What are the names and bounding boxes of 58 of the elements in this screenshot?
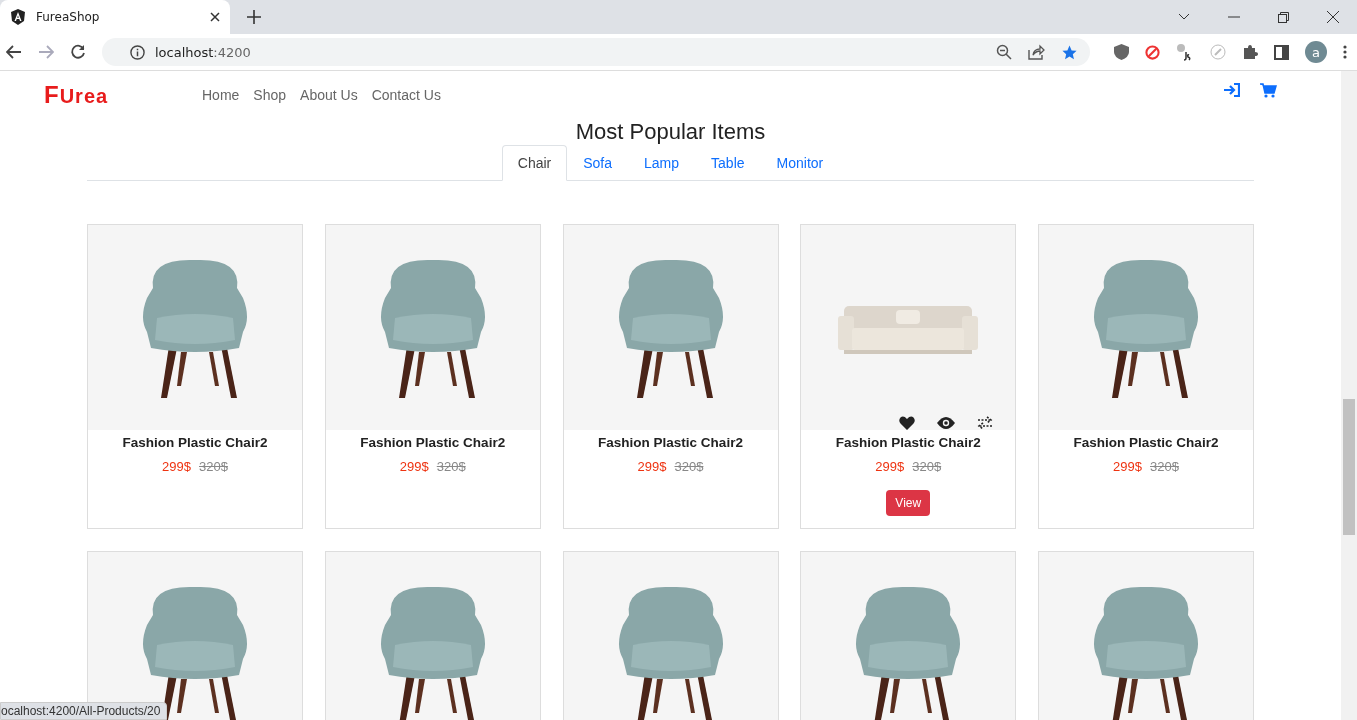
product-card[interactable]: Fashion Plastic Chair2 299$ 320$ bbox=[87, 224, 303, 529]
category-tab[interactable]: Chair bbox=[501, 145, 568, 181]
category-tab[interactable]: Lamp bbox=[628, 145, 696, 181]
angular-logo-icon bbox=[10, 9, 26, 25]
product-price: 299$ bbox=[162, 459, 191, 474]
address-bar[interactable]: localhost:4200 bbox=[102, 38, 1090, 66]
info-icon bbox=[130, 44, 145, 60]
side-panel-icon[interactable] bbox=[1274, 44, 1289, 60]
heart-icon[interactable] bbox=[899, 416, 916, 430]
old-price: 320$ bbox=[1150, 459, 1179, 474]
shield-icon[interactable] bbox=[1114, 44, 1129, 60]
category-tab[interactable]: Monitor bbox=[760, 145, 840, 181]
puzzle-icon[interactable] bbox=[1242, 44, 1258, 60]
profile-avatar[interactable]: a bbox=[1305, 41, 1327, 63]
product-price: 299$ bbox=[875, 459, 905, 474]
product-card[interactable]: Fashion Plastic Chair2 299$ 320$ View bbox=[800, 224, 1017, 529]
star-icon[interactable] bbox=[1061, 43, 1078, 61]
old-price: 320$ bbox=[199, 459, 228, 474]
new-tab-icon[interactable] bbox=[247, 10, 261, 24]
product-price: 299$ bbox=[399, 459, 429, 474]
category-tab[interactable]: Sofa bbox=[567, 145, 629, 181]
category-tab[interactable]: Table bbox=[695, 145, 761, 181]
login-icon[interactable] bbox=[1224, 83, 1240, 97]
view-button[interactable]: View bbox=[886, 490, 931, 516]
scrollbar-thumb[interactable] bbox=[1343, 399, 1355, 535]
nav-link[interactable]: Contact Us bbox=[371, 87, 441, 103]
more-menu-icon[interactable] bbox=[1343, 45, 1347, 59]
share-icon[interactable] bbox=[1028, 44, 1045, 60]
product-price: 299$ bbox=[1113, 459, 1142, 474]
product-card[interactable]: Fashion Plastic Chair2 299$ 320$ bbox=[1038, 224, 1254, 529]
product-title[interactable]: Fashion Plastic Chair2 bbox=[122, 435, 268, 450]
chevron-down-icon[interactable] bbox=[1178, 13, 1190, 21]
restore-icon[interactable] bbox=[1278, 11, 1289, 23]
logo[interactable]: FUrea bbox=[44, 81, 202, 109]
section-heading: Most Popular Items bbox=[574, 119, 767, 145]
nav-link[interactable]: Home bbox=[202, 87, 240, 103]
url-port: :4200 bbox=[213, 44, 251, 60]
product-title[interactable]: Fashion Plastic Chair2 bbox=[598, 435, 743, 450]
product-card[interactable]: Fashion Plastic Chair2 299$ 320$ bbox=[562, 224, 779, 529]
eye-icon[interactable] bbox=[937, 417, 956, 429]
product-title[interactable]: Fashion Plastic Chair2 bbox=[1073, 435, 1219, 450]
reload-icon[interactable] bbox=[70, 44, 86, 60]
product-price: 299$ bbox=[637, 459, 667, 474]
old-price: 320$ bbox=[674, 459, 704, 474]
close-icon[interactable] bbox=[210, 12, 220, 22]
old-price: 320$ bbox=[436, 459, 466, 474]
nav-link[interactable]: About Us bbox=[300, 87, 358, 103]
back-arrow-icon[interactable] bbox=[6, 45, 22, 59]
cart-icon[interactable] bbox=[1260, 83, 1277, 98]
close-window-icon[interactable] bbox=[1327, 11, 1339, 23]
product-title[interactable]: Fashion Plastic Chair2 bbox=[360, 435, 506, 450]
product-card[interactable]: Fashion Plastic Chair2 299$ 320$ bbox=[324, 224, 541, 529]
nav-link[interactable]: Shop bbox=[253, 87, 287, 103]
old-price: 320$ bbox=[912, 459, 942, 474]
product-title[interactable]: Fashion Plastic Chair2 bbox=[835, 435, 981, 450]
url-host: localhost bbox=[155, 44, 214, 60]
blocked-icon[interactable] bbox=[1145, 44, 1160, 60]
zoom-out-icon[interactable] bbox=[996, 44, 1012, 60]
